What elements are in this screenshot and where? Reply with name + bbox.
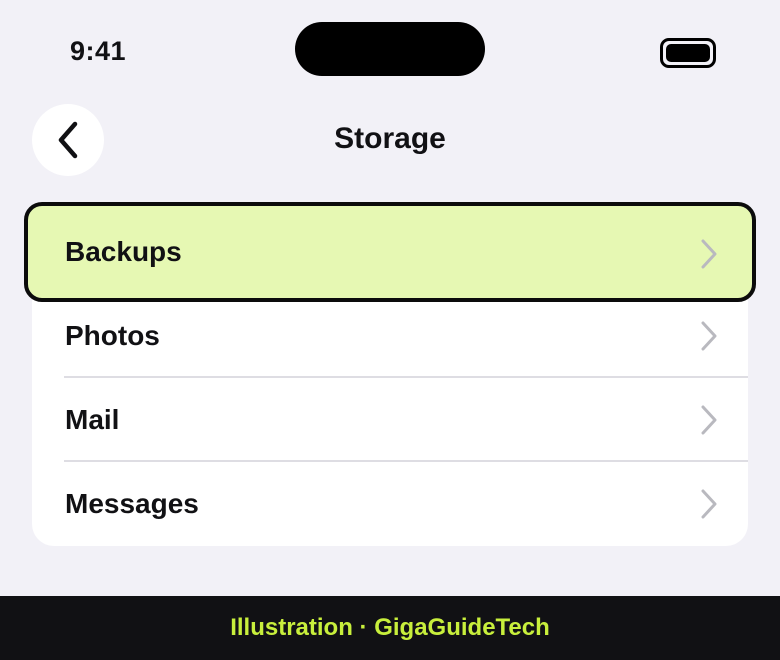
list-item-messages[interactable]: Messages xyxy=(32,462,748,546)
chevron-right-icon xyxy=(701,489,717,519)
list-item-photos[interactable]: Photos xyxy=(32,294,748,378)
list-item-label: Mail xyxy=(65,404,120,435)
storage-list: Backups Photos Mail Messages xyxy=(24,202,756,546)
battery-level xyxy=(666,44,710,62)
phone-screen: 9:41 Storage Backups Photos Mail Message… xyxy=(0,0,780,660)
chevron-right-icon xyxy=(701,405,717,435)
battery-full-icon xyxy=(660,38,716,68)
list-item-label: Messages xyxy=(65,488,199,519)
chevron-right-icon xyxy=(701,321,717,351)
chevron-right-icon xyxy=(701,239,717,269)
footer-credit: Illustration · GigaGuideTech xyxy=(0,596,780,660)
status-time: 9:41 xyxy=(70,36,127,66)
dynamic-island xyxy=(295,22,485,76)
list-item-label: Backups xyxy=(65,236,182,267)
page-title: Storage xyxy=(334,122,446,155)
footer-text: Illustration · GigaGuideTech xyxy=(230,614,550,641)
list-item-backups[interactable]: Backups xyxy=(24,202,756,302)
list-item-label: Photos xyxy=(65,320,160,351)
list-item-mail[interactable]: Mail xyxy=(32,378,748,462)
